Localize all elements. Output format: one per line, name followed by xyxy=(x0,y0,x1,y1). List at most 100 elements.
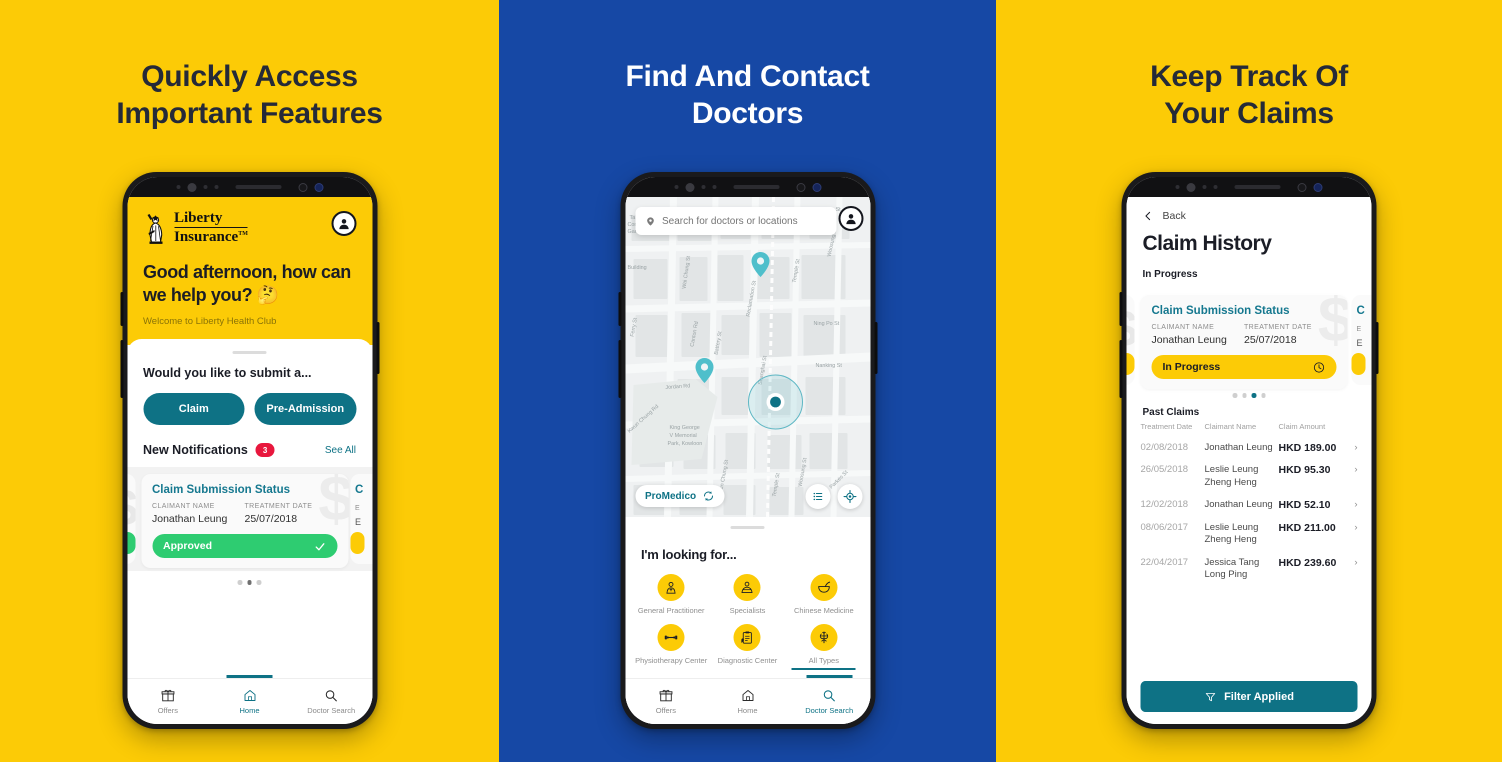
status-label: Approved xyxy=(163,540,213,552)
svg-text:Ning Po St: Ning Po St xyxy=(813,321,839,327)
front-camera-icon xyxy=(796,182,805,192)
see-all-link[interactable]: See All xyxy=(325,445,356,456)
carousel-dot-active[interactable] xyxy=(1251,393,1256,398)
table-row[interactable]: 12/02/2018 Jonathan Leung HKD 52.10 › xyxy=(1141,494,1358,517)
looking-for-title: I'm looking for... xyxy=(641,547,737,562)
chevron-left-icon xyxy=(1145,211,1151,221)
treatment-date-value: 25/07/2018 xyxy=(244,513,298,525)
tab-doctor-search[interactable]: Doctor Search xyxy=(788,675,870,724)
past-claims-table: Treatment Date Claimant Name Claim Amoun… xyxy=(1127,418,1372,587)
category-chinese-medicine[interactable]: Chinese Medicine xyxy=(786,574,862,615)
chevron-right-icon[interactable]: › xyxy=(1346,499,1357,510)
cell-name: Leslie Leung Zheng Heng xyxy=(1204,521,1259,546)
category-general-practitioner[interactable]: General Practitioner xyxy=(633,574,709,615)
search-bar[interactable] xyxy=(635,207,836,235)
carousel-peek-next[interactable]: C E E xyxy=(1351,295,1372,385)
category-label: Physiotherapy Center xyxy=(635,656,708,665)
search-input[interactable] xyxy=(661,215,826,227)
claimant-name-value: Jonathan Leung xyxy=(152,513,228,525)
tab-label: Home xyxy=(737,706,758,715)
sheet-grabber[interactable] xyxy=(232,351,267,354)
carousel-peek-previous[interactable]: $ xyxy=(1126,295,1135,385)
map-view[interactable]: Tai Kok TsuiCommunityGarden Pak Hoi St S… xyxy=(625,197,870,517)
table-row[interactable]: 08/06/2017 Leslie Leung Zheng Heng HKD 2… xyxy=(1141,517,1358,552)
logo-tm: TM xyxy=(238,231,248,237)
cell-amount: HKD 189.00 xyxy=(1278,441,1337,454)
category-physiotherapy-center[interactable]: Physiotherapy Center xyxy=(633,624,709,665)
mortar-pestle-icon xyxy=(810,574,838,601)
table-row[interactable]: 02/08/2018 Jonathan Leung HKD 189.00 › xyxy=(1141,437,1358,460)
submit-prompt: Would you like to submit a... xyxy=(143,366,312,380)
cell-amount: HKD 95.30 xyxy=(1278,464,1331,476)
map-canvas: Tai Kok TsuiCommunityGarden Pak Hoi St S… xyxy=(625,197,870,517)
peek-card-value: E xyxy=(355,517,362,527)
carousel-dot[interactable] xyxy=(1261,393,1266,398)
headline-1: Quickly Access Important Features xyxy=(116,60,383,130)
gift-icon xyxy=(161,689,175,702)
liberty-logo: Liberty InsuranceTM xyxy=(143,211,248,245)
table-row[interactable]: 22/04/2017 Jessica Tang Long Ping HKD 23… xyxy=(1141,552,1358,587)
in-progress-carousel[interactable]: $ $ Claim Submission Status CLAIMANT NAM… xyxy=(1126,288,1372,389)
tab-label: Doctor Search xyxy=(307,706,356,715)
sensor-dot-icon xyxy=(1202,185,1207,189)
phone-bezel xyxy=(625,177,870,197)
carousel-dot[interactable] xyxy=(256,580,262,585)
cell-name: Jonathan Leung xyxy=(1204,499,1273,510)
category-diagnostic-center[interactable]: Diagnostic Center xyxy=(709,624,785,665)
sensor-dot-icon xyxy=(176,185,180,189)
tab-offers[interactable]: Offers xyxy=(127,679,209,724)
sensor-dot-icon xyxy=(203,185,207,189)
carousel-dot[interactable] xyxy=(237,580,243,585)
in-progress-section-label: In Progress xyxy=(1142,269,1198,280)
home-icon xyxy=(244,690,255,701)
carousel-peek-next[interactable]: C E E xyxy=(350,474,372,564)
carousel-peek-previous[interactable]: $ xyxy=(127,474,135,564)
chevron-right-icon[interactable]: › xyxy=(1346,464,1357,475)
cell-name: Leslie Leung Zheng Heng xyxy=(1204,464,1259,488)
account-circle-icon[interactable] xyxy=(838,206,863,231)
svg-text:Building: Building xyxy=(627,265,646,271)
category-specialists[interactable]: Specialists xyxy=(709,574,785,615)
pre-admission-button[interactable]: Pre-Admission xyxy=(254,393,356,425)
locate-icon[interactable] xyxy=(837,484,862,509)
account-circle-icon[interactable] xyxy=(331,211,356,236)
cell-amount: HKD 211.00 xyxy=(1278,521,1336,534)
table-row[interactable]: 26/05/2018 Leslie Leung Zheng Heng HKD 9… xyxy=(1141,459,1358,494)
search-icon xyxy=(325,690,338,702)
filter-applied-button[interactable]: Filter Applied xyxy=(1140,681,1358,712)
claim-button[interactable]: Claim xyxy=(143,393,245,425)
phone-mockup-home: Liberty InsuranceTM Good afternoon, how … xyxy=(120,172,379,729)
chevron-right-icon[interactable]: › xyxy=(1346,442,1357,453)
map-controls xyxy=(805,484,862,509)
notification-carousel[interactable]: $ $ Claim Submission Status CLAIMANT xyxy=(127,467,372,571)
tab-home[interactable]: Home xyxy=(707,679,789,724)
tab-home[interactable]: Home xyxy=(209,675,291,724)
sensor-dot-icon xyxy=(1213,185,1218,189)
gift-icon xyxy=(659,689,673,702)
claim-status-card[interactable]: $ Claim Submission Status CLAIMANT NAME … xyxy=(1140,295,1348,389)
sensor-dot-icon xyxy=(712,185,716,189)
list-icon[interactable] xyxy=(805,484,830,509)
treatment-date-value: 25/07/2018 xyxy=(1244,334,1297,346)
chevron-right-icon[interactable]: › xyxy=(1346,557,1357,568)
cell-name: Jonathan Leung xyxy=(1204,441,1273,453)
claim-status-card[interactable]: $ Claim Submission Status CLAIMANT NAME … xyxy=(141,474,348,568)
svg-text:Park, Kowloon: Park, Kowloon xyxy=(667,441,702,447)
carousel-dot[interactable] xyxy=(1232,393,1237,398)
chevron-right-icon[interactable]: › xyxy=(1346,522,1357,533)
search-icon xyxy=(823,690,836,702)
tab-doctor-search[interactable]: Doctor Search xyxy=(290,679,372,724)
tab-offers[interactable]: Offers xyxy=(625,679,707,724)
sheet-grabber[interactable] xyxy=(730,526,765,529)
carousel-dot-active[interactable] xyxy=(247,580,252,585)
svg-text:Nanking St: Nanking St xyxy=(815,363,842,369)
provider-chip[interactable]: ProMedico xyxy=(635,485,725,507)
cell-date: 02/08/2018 xyxy=(1140,441,1189,453)
front-camera-icon xyxy=(298,182,307,192)
treatment-date-label: TREATMENT DATE xyxy=(244,503,313,510)
cell-amount: HKD 52.10 xyxy=(1278,499,1331,511)
back-button[interactable]: Back xyxy=(1127,197,1372,223)
category-all-types[interactable]: All Types xyxy=(786,624,862,670)
peek-card-label: E xyxy=(355,505,360,512)
carousel-dot[interactable] xyxy=(1242,393,1247,398)
